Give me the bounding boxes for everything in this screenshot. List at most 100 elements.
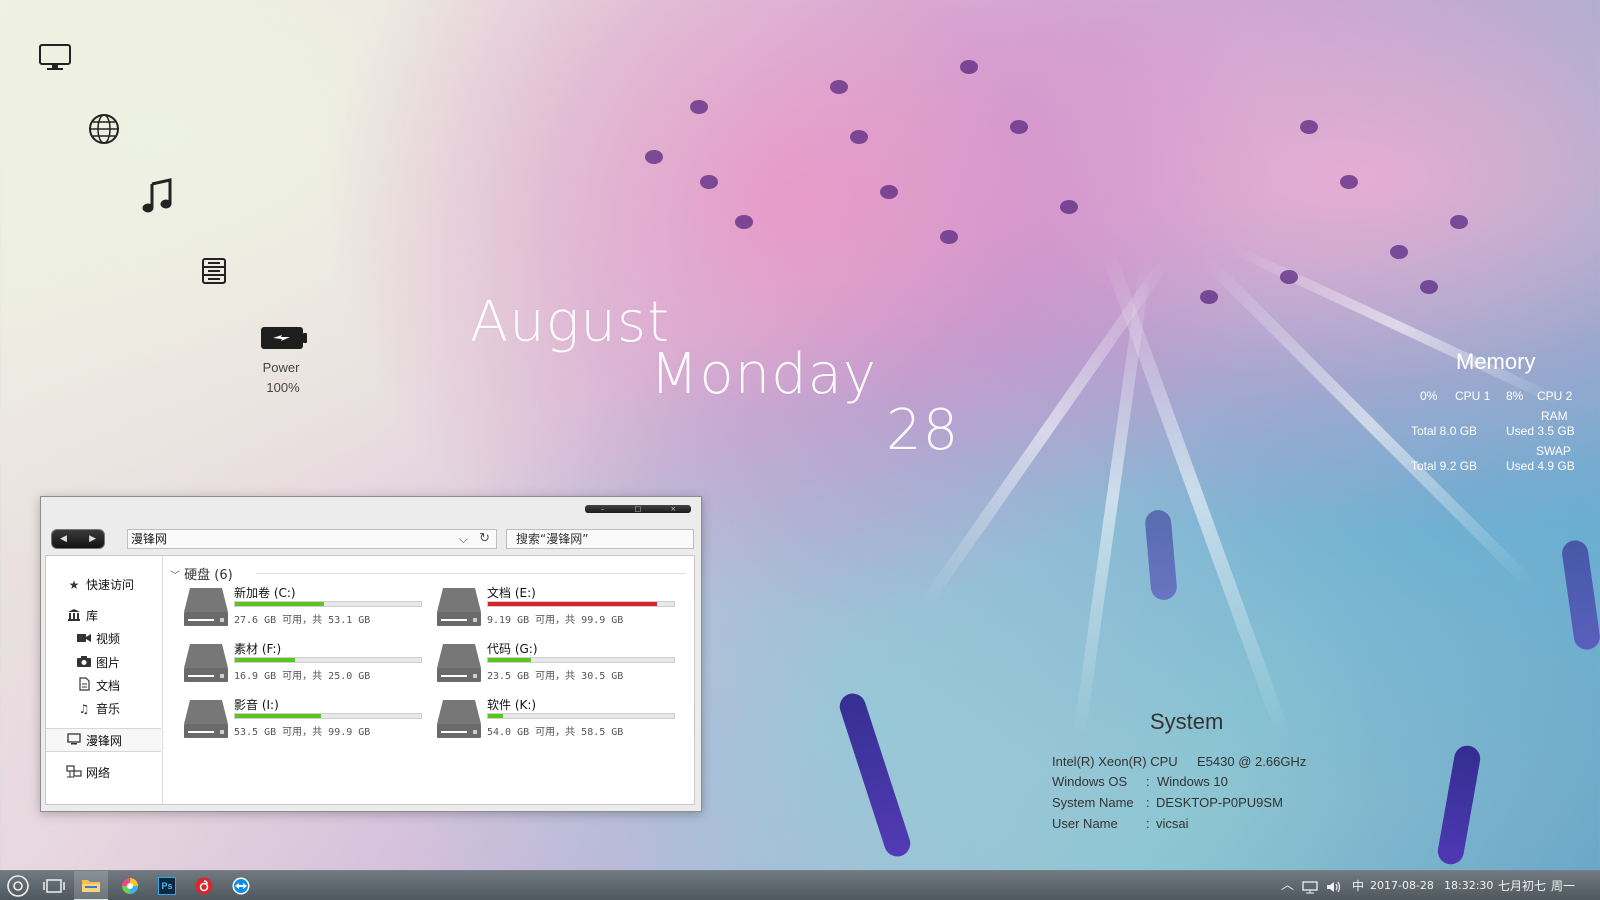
drive-usage-bar [487,601,675,607]
drive-item[interactable]: 素材 (F:) 16.9 GB 可用，共 25.0 GB [182,640,422,688]
nav-item-this-pc[interactable]: 漫锋网 [66,732,122,749]
nav-item-label: 快速访问 [86,578,135,592]
drive-name: 新加卷 (C:) [234,586,296,600]
drive-item[interactable]: 代码 (G:) 23.5 GB 可用，共 30.5 GB [435,640,675,688]
nav-item-videos[interactable]: 视频 [76,630,120,647]
drive-item[interactable]: 影音 (I:) 53.5 GB 可用，共 99.9 GB [182,696,422,744]
nav-item-library[interactable]: 库 [66,607,98,624]
drive-name: 软件 (K:) [487,698,537,712]
system-row-sep: : [1146,774,1150,789]
task-view-icon [43,879,65,893]
drive-icon[interactable] [202,258,226,284]
tray-weekday[interactable]: 周一 [1551,871,1575,900]
globe-icon[interactable] [88,113,120,145]
cpu2-label: CPU 2 [1537,389,1573,403]
tray-lunar-date[interactable]: 七月初七 [1498,871,1546,900]
chevron-down-icon[interactable]: ⌵ [459,530,468,548]
network-tray-icon[interactable] [1302,871,1318,900]
nav-item-label: 视频 [96,632,121,646]
star-icon: ★ [68,577,80,592]
drive-group-header[interactable]: ﹀ 硬盘 (6) [170,564,233,583]
memory-title: Memory [1456,349,1536,374]
battery-icon[interactable] [260,326,308,350]
ram-used: Used 3.5 GB [1506,424,1575,438]
drive-usage-fill [235,714,321,718]
maximize-button[interactable]: □ [628,505,648,513]
cpu1-label: CPU 1 [1455,389,1491,403]
photoshop-taskbar-button[interactable]: Ps [150,871,184,900]
hard-drive-icon [184,588,228,626]
ram-total: Total 8.0 GB [1411,424,1478,438]
swap-label: SWAP [1536,444,1571,458]
file-explorer-icon [82,880,100,892]
hard-drive-icon [184,700,228,738]
system-row-label: System Name [1052,795,1134,810]
forward-button[interactable]: ▶ [89,534,96,544]
nav-item-music[interactable]: ♫ 音乐 [76,700,120,717]
music-icon[interactable] [142,178,174,214]
drive-space-info: 16.9 GB 可用，共 25.0 GB [234,671,371,682]
cpu1-value: 0% [1420,389,1438,403]
teamviewer-taskbar-button[interactable] [224,871,258,900]
drive-item[interactable]: 软件 (K:) 54.0 GB 可用，共 58.5 GB [435,696,675,744]
nav-item-documents[interactable]: 文档 [76,677,120,694]
ime-indicator[interactable]: 中 [1352,871,1364,900]
drive-space-info: 27.6 GB 可用，共 53.1 GB [234,615,371,626]
drive-usage-fill [488,602,658,606]
refresh-icon[interactable]: ↻ [479,530,490,548]
drive-usage-bar [234,657,422,663]
system-row-value: E5430 @ 2.66GHz [1197,754,1307,769]
drive-item[interactable]: 文档 (E:) 9.19 GB 可用，共 99.9 GB [435,584,675,632]
hard-drive-icon [437,588,481,626]
ram-label: RAM [1541,409,1568,423]
tray-date[interactable]: 2017-08-28 [1370,871,1434,900]
task-view-button[interactable] [37,871,71,900]
document-icon [76,677,92,694]
drive-space-info: 9.19 GB 可用，共 99.9 GB [487,615,624,626]
color-picker-taskbar-button[interactable] [113,871,147,900]
drive-usage-bar [234,601,422,607]
close-button[interactable]: × [663,505,683,513]
drive-space-info: 53.5 GB 可用，共 99.9 GB [234,727,371,738]
start-button[interactable] [1,871,35,900]
system-row-sep: : [1146,816,1150,831]
nav-item-network[interactable]: 网络 [66,764,110,781]
nav-item-label: 库 [86,609,99,623]
teamviewer-icon [232,877,250,895]
address-text: 漫锋网 [131,532,168,546]
group-divider [256,573,686,574]
tray-time[interactable]: 18:32:30 [1444,871,1493,900]
hard-drive-icon [437,700,481,738]
system-row-label: Intel(R) Xeon(R) CPU [1052,754,1178,769]
system-row-value: Windows 10 [1157,774,1228,789]
drive-usage-fill [235,658,295,662]
nav-item-quick-access[interactable]: ★ 快速访问 [66,576,134,593]
library-icon [66,608,82,624]
minimize-button[interactable]: – [593,505,613,513]
video-icon [76,632,92,646]
nav-item-pictures[interactable]: 图片 [76,654,120,671]
file-explorer-taskbar-button[interactable] [74,871,108,900]
system-row-value: vicsai [1156,816,1189,831]
monitor-icon[interactable] [38,43,72,73]
nav-item-label: 文档 [96,679,121,693]
file-explorer-window[interactable]: – □ × ◀ ▶ 漫锋网 ⌵ ↻ 搜索“漫锋网” ★ 快速访问 库 视频 图片… [40,496,702,812]
nav-item-label: 漫锋网 [86,734,123,748]
back-button[interactable]: ◀ [60,534,67,544]
drive-name: 代码 (G:) [487,642,538,656]
color-picker-icon [122,878,138,894]
search-input[interactable]: 搜索“漫锋网” [506,529,694,549]
group-header-label: 硬盘 (6) [184,568,233,583]
drive-item[interactable]: 新加卷 (C:) 27.6 GB 可用，共 53.1 GB [182,584,422,632]
tray-chevron-up-icon[interactable]: ︿ [1281,871,1294,900]
nav-item-label: 图片 [96,656,121,670]
address-bar[interactable]: 漫锋网 ⌵ ↻ [127,529,497,549]
drive-usage-fill [235,602,325,606]
volume-icon[interactable] [1326,871,1342,900]
music-note-icon: ♫ [78,701,90,716]
system-row-sep: : [1146,795,1150,810]
window-controls: – □ × [585,505,691,513]
drive-usage-bar [487,713,675,719]
cpu2-value: 8% [1506,389,1524,403]
netease-music-taskbar-button[interactable] [187,871,221,900]
